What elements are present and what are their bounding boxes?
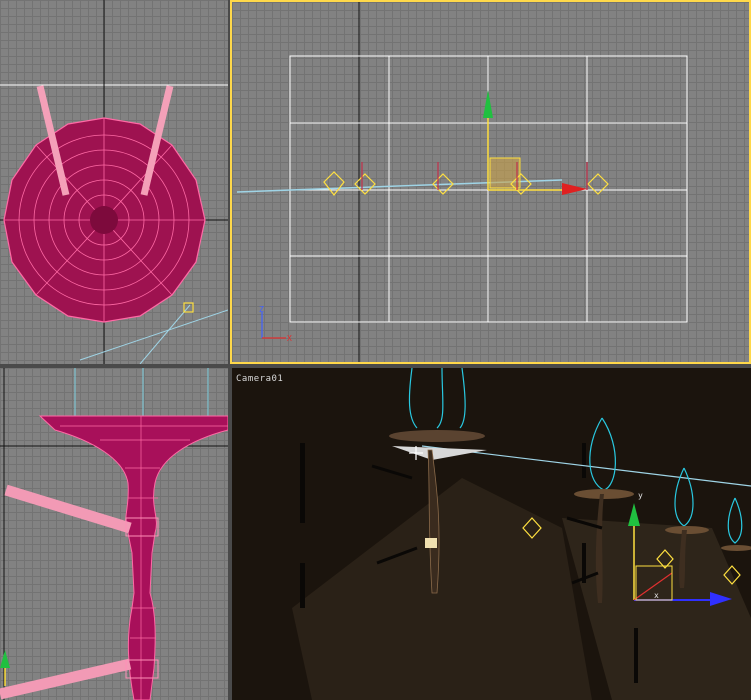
axis-z-label: Z [259, 305, 264, 314]
left-scene [0, 368, 228, 700]
selection-box [489, 157, 521, 189]
gizmo-y-arrow [483, 90, 493, 118]
front-scene: Z X [236, 2, 688, 362]
lamp-center [90, 206, 118, 234]
gizmo-y-label: y [638, 491, 643, 500]
viewport-left[interactable] [0, 368, 228, 700]
viewport-label-camera[interactable]: Camera01 [236, 374, 283, 384]
support-rod-upper [4, 484, 132, 534]
lamp-body-mesh [38, 415, 228, 700]
viewport-front[interactable]: Z X [230, 0, 751, 364]
viewport-camera[interactable]: y x Camera01 [232, 368, 751, 700]
gizmo-arrow [0, 650, 10, 668]
camera-scene: y x [232, 368, 751, 700]
top-scene [0, 0, 228, 364]
viewport-top[interactable] [0, 0, 228, 364]
axis-tripod [261, 312, 286, 339]
gizmo-x-arrow [562, 183, 587, 195]
gizmo-x-label: x [654, 591, 659, 600]
support-rod-lower [0, 658, 132, 700]
axis-x-label: X [287, 334, 292, 343]
